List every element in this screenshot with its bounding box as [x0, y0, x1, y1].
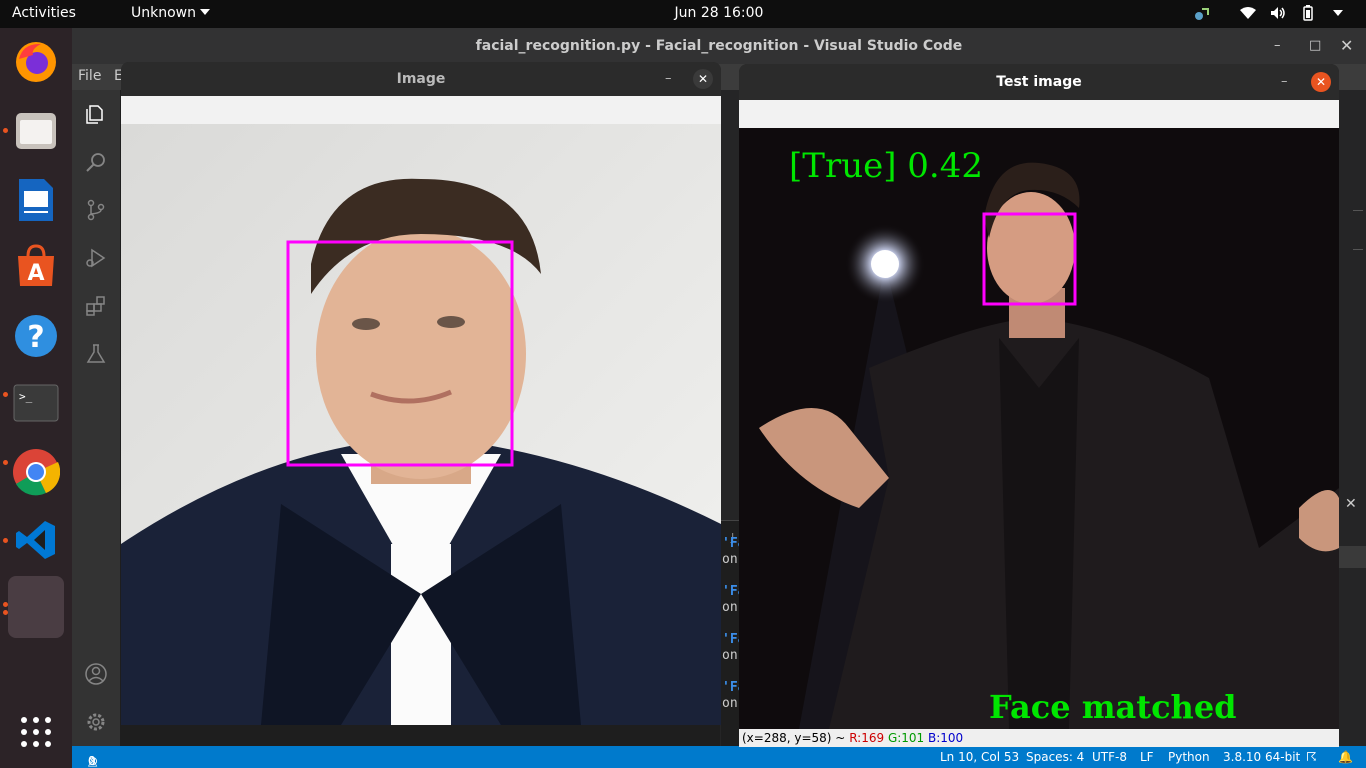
testing-flask-icon[interactable]: [84, 342, 108, 366]
test-window-toolbar: [739, 100, 1339, 128]
svg-text:A: A: [27, 261, 44, 286]
close-button[interactable]: ✕: [1340, 28, 1353, 64]
vscode-icon: [16, 521, 55, 559]
system-tray[interactable]: [1194, 5, 1346, 21]
search-icon[interactable]: [84, 150, 108, 174]
chrome-icon: [13, 449, 60, 496]
app-store-icon: A: [18, 244, 54, 286]
maximize-button[interactable]: □: [1309, 28, 1321, 64]
test-window-title: Test image: [996, 74, 1082, 90]
top-bar: Activities Unknown Jun 28 16:00: [0, 0, 1366, 28]
pixel-green: G:101: [887, 731, 925, 745]
language-mode[interactable]: Python: [1168, 750, 1210, 764]
activity-bar: [72, 90, 120, 746]
folder-icon: [16, 113, 56, 149]
notifications-bell-icon[interactable]: 🔔: [1338, 750, 1353, 764]
end-of-line[interactable]: LF: [1140, 750, 1154, 764]
status-bar: ⊗ 0 △ 0 Ln 10, Col 53 Spaces: 4 UTF-8 LF…: [72, 746, 1366, 768]
image-window-minimize-button[interactable]: –: [665, 62, 672, 96]
image-window-titlebar[interactable]: Image: [121, 62, 721, 96]
power-menu-caret-icon[interactable]: [1330, 5, 1346, 21]
software-launcher[interactable]: A: [8, 238, 64, 294]
python-interpreter[interactable]: 3.8.10 64-bit: [1223, 750, 1300, 764]
image-window-toolbar: [121, 96, 721, 124]
minimize-button[interactable]: –: [1274, 28, 1281, 64]
wifi-icon[interactable]: [1240, 5, 1256, 21]
network-settings-icon[interactable]: [1194, 5, 1210, 21]
cursor-position[interactable]: Ln 10, Col 53: [940, 750, 1019, 764]
firefox-icon: [16, 42, 56, 82]
help-launcher[interactable]: ?: [8, 308, 64, 364]
test-photo-art: [739, 128, 1339, 729]
terminal-launcher[interactable]: >_: [8, 375, 64, 431]
test-image-window: Test image – ✕ [True] 0.42 Face matched …: [739, 64, 1339, 747]
app-grid-icon: [21, 717, 51, 747]
indentation[interactable]: Spaces: 4: [1026, 750, 1084, 764]
extensions-icon[interactable]: [84, 294, 108, 318]
pixel-info-status: (x=288, y=58) ~ R:169 G:101 B:100: [739, 729, 1339, 747]
reference-photo: [121, 124, 721, 725]
test-photo: [True] 0.42 Face matched: [739, 128, 1339, 729]
minimap-sliver: ✕: [1339, 90, 1366, 746]
files-launcher[interactable]: [8, 103, 64, 159]
live-share-icon[interactable]: ☈: [1306, 750, 1317, 764]
menu-file[interactable]: File: [78, 68, 101, 84]
image-window-title: Image: [396, 71, 446, 87]
svg-text:?: ?: [27, 320, 44, 355]
warning-count: 0: [88, 754, 96, 768]
settings-gear-icon[interactable]: [84, 710, 108, 734]
terminal-icon: >_: [13, 384, 59, 422]
image-window: Image – ✕: [121, 62, 721, 725]
opencv-windows-launcher[interactable]: [8, 576, 64, 638]
chrome-launcher[interactable]: [8, 444, 64, 500]
document-writer-icon: [19, 179, 53, 221]
reference-photo-art: [121, 124, 721, 725]
close-panel-icon[interactable]: ✕: [1345, 496, 1357, 512]
pixel-coords: (x=288, y=58) ~: [742, 731, 846, 745]
match-score-label: [True] 0.42: [789, 146, 983, 186]
pixel-red: R:169: [849, 731, 885, 745]
window-title: facial_recognition.py - Facial_recogniti…: [72, 28, 1366, 64]
help-icon: ?: [15, 315, 57, 357]
image-window-close-button[interactable]: ✕: [693, 69, 713, 89]
svg-text:>_: >_: [19, 390, 33, 403]
face-matched-label: Face matched: [989, 688, 1237, 726]
firefox-launcher[interactable]: [8, 34, 64, 90]
vscode-launcher[interactable]: [8, 512, 64, 568]
pixel-blue: B:100: [928, 731, 964, 745]
account-icon[interactable]: [84, 662, 108, 686]
battery-icon[interactable]: [1300, 5, 1316, 21]
dock: A ? >_: [0, 28, 72, 768]
test-window-close-button[interactable]: ✕: [1311, 72, 1331, 92]
run-debug-icon[interactable]: [84, 246, 108, 270]
encoding[interactable]: UTF-8: [1092, 750, 1127, 764]
clock[interactable]: Jun 28 16:00: [0, 5, 1366, 21]
test-window-titlebar[interactable]: Test image: [739, 64, 1339, 100]
volume-icon[interactable]: [1270, 5, 1286, 21]
show-applications-button[interactable]: [8, 704, 64, 760]
explorer-icon[interactable]: [84, 102, 108, 126]
source-control-icon[interactable]: [84, 198, 108, 222]
writer-launcher[interactable]: [8, 172, 64, 228]
test-window-minimize-button[interactable]: –: [1281, 64, 1288, 100]
